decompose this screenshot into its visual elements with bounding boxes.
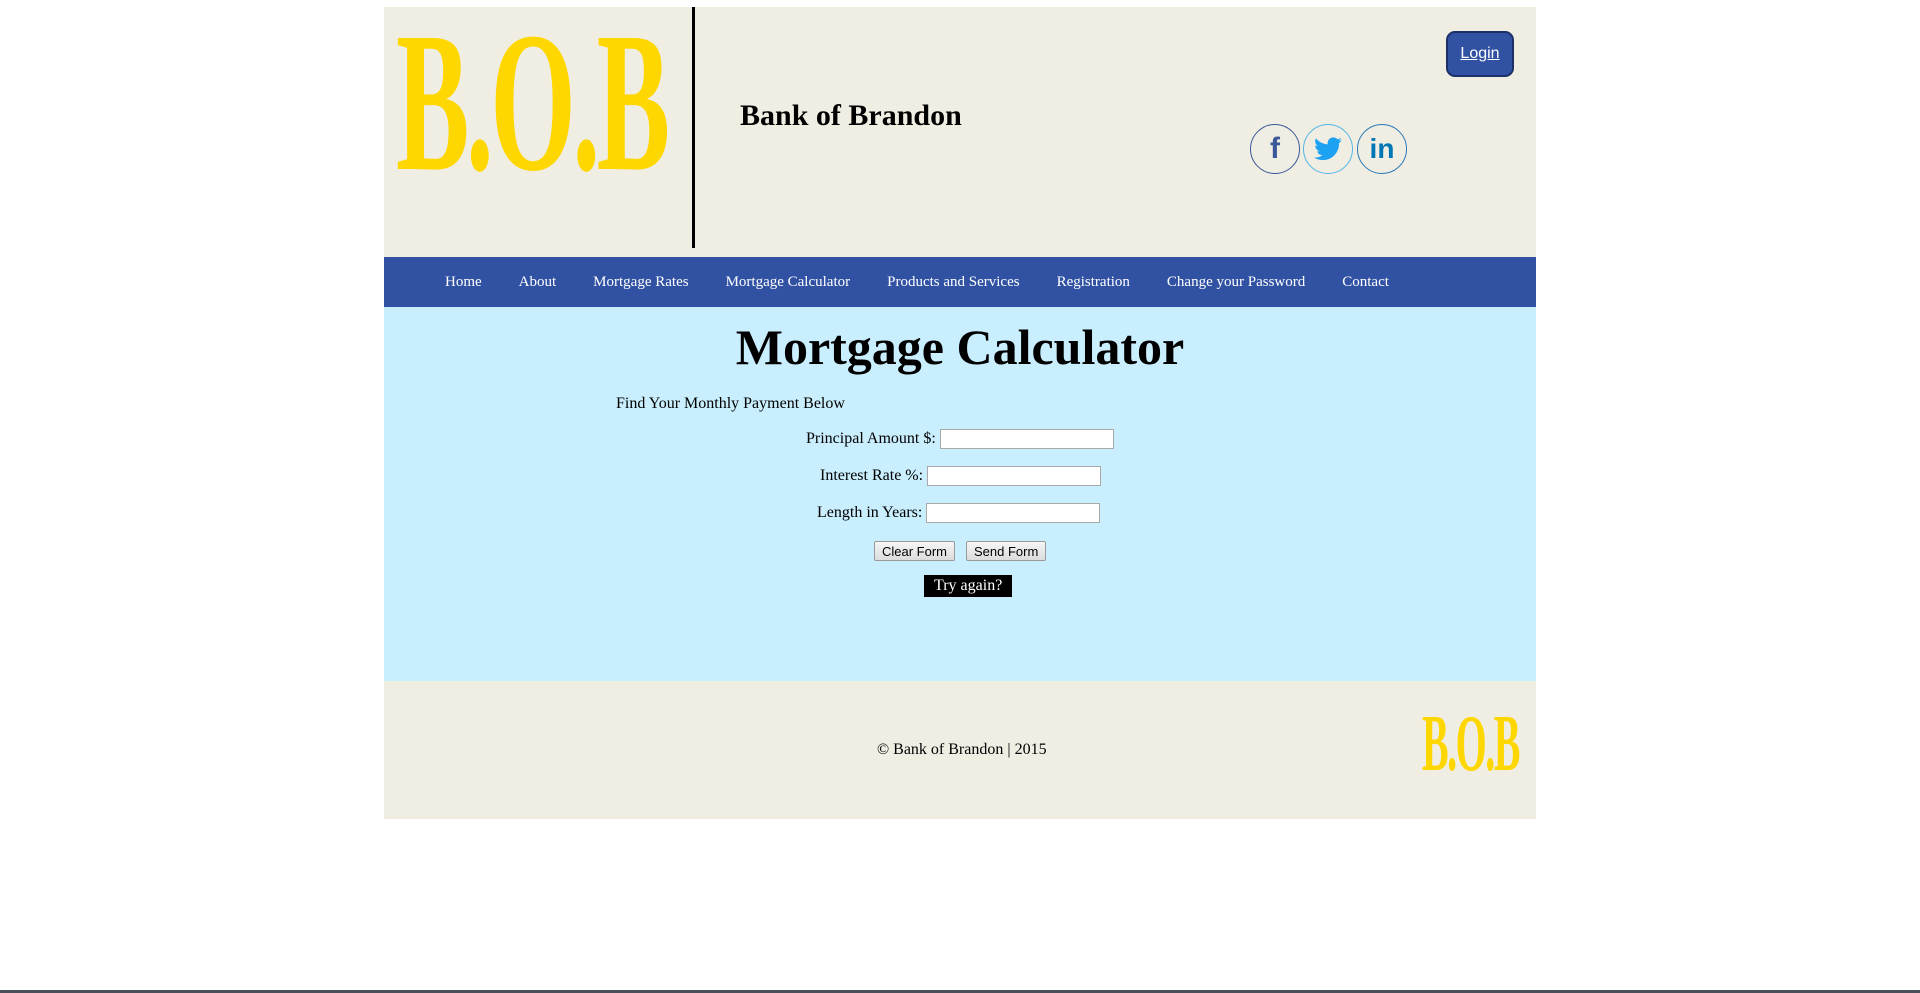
site-header: B.O.B Bank of Brandon Login f in bbox=[384, 3, 1536, 257]
principal-row: Principal Amount $: bbox=[806, 429, 1114, 449]
years-row: Length in Years: bbox=[817, 503, 1101, 523]
login-button[interactable]: Login bbox=[1446, 31, 1514, 77]
try-again-button[interactable]: Try again? bbox=[924, 575, 1013, 597]
years-label: Length in Years: bbox=[817, 504, 923, 521]
nav-mortgage-rates[interactable]: Mortgage Rates bbox=[593, 274, 688, 291]
copyright-text: © Bank of Brandon | 2015 bbox=[877, 741, 1047, 758]
nav-home[interactable]: Home bbox=[445, 274, 482, 291]
clear-form-button[interactable]: Clear Form bbox=[874, 541, 956, 561]
calculator-subtitle: Find Your Monthly Payment Below bbox=[616, 395, 845, 412]
nav-contact[interactable]: Contact bbox=[1342, 274, 1389, 291]
footer-logo: B.O.B bbox=[1422, 700, 1520, 788]
site-footer: © Bank of Brandon | 2015 B.O.B bbox=[384, 681, 1536, 819]
linkedin-icon[interactable]: in bbox=[1357, 124, 1407, 174]
page-title: Mortgage Calculator bbox=[735, 319, 1185, 375]
years-input[interactable] bbox=[926, 503, 1101, 523]
interest-input[interactable] bbox=[927, 466, 1102, 486]
principal-input[interactable] bbox=[939, 429, 1114, 449]
interest-label: Interest Rate %: bbox=[820, 467, 924, 484]
send-form-button[interactable]: Send Form bbox=[966, 541, 1047, 561]
nav-registration[interactable]: Registration bbox=[1057, 274, 1130, 291]
nav-change-password[interactable]: Change your Password bbox=[1167, 274, 1305, 291]
bob-logo[interactable]: B.O.B bbox=[396, 3, 670, 203]
nav-products-services[interactable]: Products and Services bbox=[887, 274, 1019, 291]
twitter-icon[interactable] bbox=[1303, 124, 1353, 174]
page-container: B.O.B Bank of Brandon Login f in Home Ab… bbox=[384, 3, 1536, 819]
nav-about[interactable]: About bbox=[519, 274, 557, 291]
interest-row: Interest Rate %: bbox=[820, 466, 1102, 486]
calculator-section: Mortgage Calculator Find Your Monthly Pa… bbox=[384, 307, 1536, 681]
bank-name-heading: Bank of Brandon bbox=[740, 99, 962, 132]
twitter-bird-icon bbox=[1314, 137, 1342, 161]
main-nav: Home About Mortgage Rates Mortgage Calcu… bbox=[384, 257, 1536, 307]
nav-mortgage-calculator[interactable]: Mortgage Calculator bbox=[726, 274, 851, 291]
facebook-icon[interactable]: f bbox=[1250, 124, 1300, 174]
principal-label: Principal Amount $: bbox=[806, 430, 936, 447]
header-divider bbox=[692, 7, 695, 248]
